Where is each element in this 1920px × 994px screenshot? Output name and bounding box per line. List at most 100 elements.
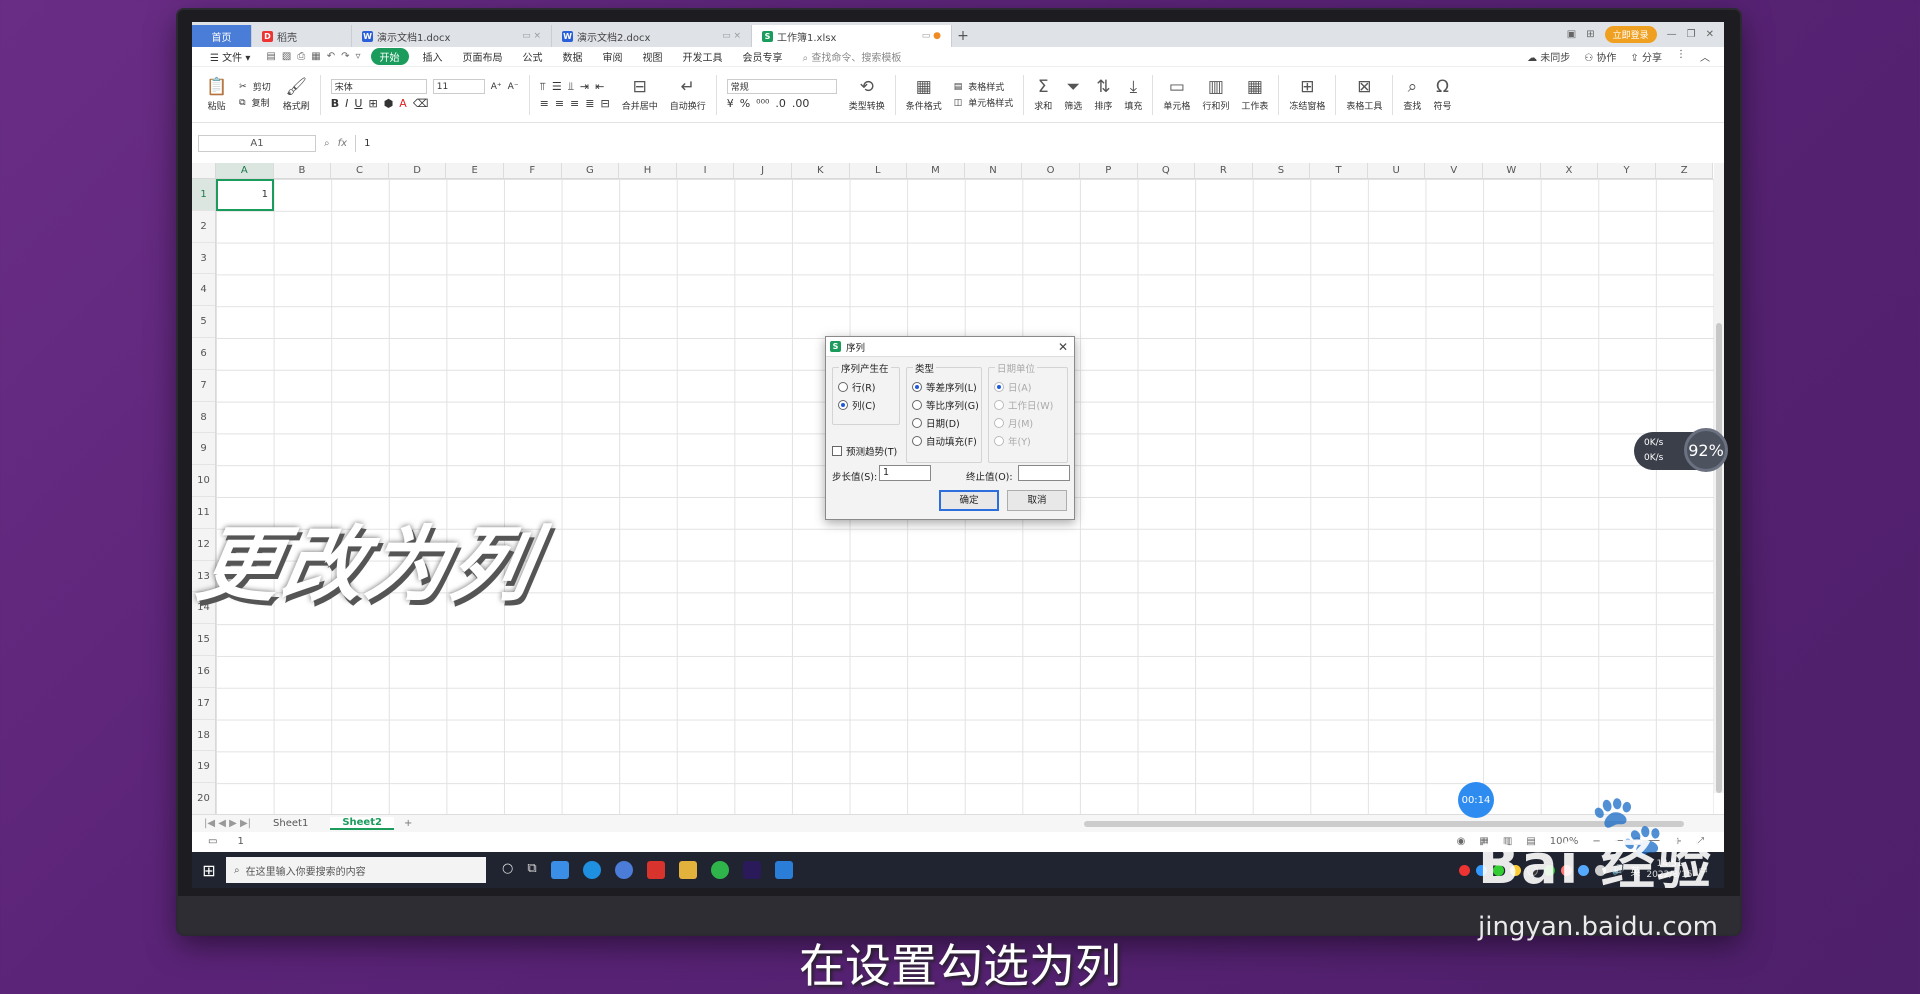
- table-style-button[interactable]: ▤ 表格样式: [954, 80, 1005, 94]
- radio-year[interactable]: 年(Y): [994, 434, 1031, 448]
- dialog-close-icon[interactable]: ✕: [1058, 340, 1074, 354]
- column-header[interactable]: X: [1541, 163, 1599, 178]
- tab-doc1[interactable]: W 演示文档1.docx ▭ ×: [352, 25, 552, 47]
- row-header[interactable]: 9: [192, 433, 215, 466]
- undo-icon[interactable]: ↶: [327, 51, 335, 62]
- close-window-icon[interactable]: ✕: [1706, 29, 1714, 40]
- font-color-icon[interactable]: A: [399, 97, 407, 110]
- radio-weekday[interactable]: 工作日(W): [994, 398, 1053, 412]
- row-header[interactable]: 17: [192, 688, 215, 720]
- column-header[interactable]: O: [1022, 163, 1080, 178]
- zoom-formula-icon[interactable]: ⌕: [324, 138, 330, 149]
- column-header[interactable]: S: [1253, 163, 1311, 178]
- freeze-panes-button[interactable]: ⊞ 冻结窗格: [1283, 70, 1331, 120]
- menu-insert[interactable]: 插入: [413, 49, 453, 64]
- cortana-icon[interactable]: ○: [502, 861, 513, 879]
- align-top-icon[interactable]: ⫪: [540, 80, 546, 94]
- vertical-scroll-thumb[interactable]: [1716, 323, 1722, 793]
- column-header[interactable]: I: [677, 163, 735, 178]
- tray-app-icon[interactable]: [1458, 864, 1470, 876]
- radio-linear[interactable]: 等差序列(L): [912, 380, 977, 394]
- taskbar-search[interactable]: ⌕ 在这里输入你要搜索的内容: [226, 857, 486, 883]
- tab-doc2-close-icon[interactable]: ▭ ×: [722, 31, 741, 41]
- sheet-tab-2[interactable]: Sheet2: [330, 817, 394, 830]
- folder-icon[interactable]: [678, 861, 697, 879]
- decrease-decimal-icon[interactable]: .00: [792, 97, 810, 110]
- tab-workbook-close-icon[interactable]: ▭ ●: [922, 31, 941, 41]
- column-header[interactable]: J: [734, 163, 792, 178]
- sheet-tab-1[interactable]: Sheet1: [261, 818, 320, 829]
- column-header[interactable]: R: [1195, 163, 1253, 178]
- column-header[interactable]: A: [216, 163, 274, 178]
- menu-file[interactable]: ☰ 文件 ▾: [200, 49, 260, 64]
- align-right-icon[interactable]: ≡: [570, 97, 579, 110]
- windows-start-icon[interactable]: ⊞: [192, 861, 226, 880]
- edge-icon[interactable]: [582, 861, 601, 879]
- layout-icon[interactable]: ▣: [1567, 29, 1576, 40]
- format-painter-button[interactable]: 🖌 格式刷: [277, 70, 316, 120]
- cell-style-button[interactable]: ◫ 单元格样式: [954, 96, 1014, 110]
- distribute-icon[interactable]: ⊟: [600, 97, 609, 110]
- clear-icon[interactable]: ⌫: [413, 97, 429, 110]
- row-header[interactable]: 2: [192, 211, 215, 243]
- name-box[interactable]: A1: [198, 134, 316, 152]
- column-header[interactable]: D: [389, 163, 447, 178]
- align-center-icon[interactable]: ≡: [555, 97, 564, 110]
- sync-status[interactable]: ☁ 未同步: [1527, 49, 1570, 64]
- italic-icon[interactable]: I: [345, 97, 348, 110]
- align-left-icon[interactable]: ≡: [540, 97, 549, 110]
- number-format-select[interactable]: 常规: [726, 79, 837, 94]
- symbol-button[interactable]: Ω 符号: [1427, 70, 1457, 120]
- row-header[interactable]: 3: [192, 243, 215, 275]
- radio-date[interactable]: 日期(D): [912, 416, 960, 430]
- login-button[interactable]: 立即登录: [1604, 26, 1657, 43]
- column-header[interactable]: P: [1080, 163, 1138, 178]
- menu-view[interactable]: 视图: [633, 49, 673, 64]
- align-middle-icon[interactable]: ☰: [552, 80, 562, 93]
- customize-icon[interactable]: ▿: [356, 51, 361, 62]
- table-tools-button[interactable]: ⊠ 表格工具: [1340, 70, 1388, 120]
- row-header[interactable]: 5: [192, 306, 215, 338]
- column-header[interactable]: G: [562, 163, 620, 178]
- ok-button[interactable]: 确定: [939, 490, 999, 511]
- column-header[interactable]: V: [1425, 163, 1484, 178]
- column-header[interactable]: B: [274, 163, 332, 178]
- row-header[interactable]: 8: [192, 402, 215, 434]
- print-icon[interactable]: ⎙: [297, 51, 305, 62]
- fx-icon[interactable]: fx: [338, 138, 347, 149]
- merge-center-button[interactable]: ⊟ 合并居中: [616, 70, 664, 120]
- percent-icon[interactable]: %: [740, 97, 750, 110]
- tab-doc1-close-icon[interactable]: ▭ ×: [522, 31, 541, 41]
- column-header[interactable]: C: [331, 163, 389, 178]
- more-icon[interactable]: ⋮: [1676, 49, 1686, 64]
- currency-icon[interactable]: ¥: [727, 97, 734, 110]
- redo-icon[interactable]: ↷: [341, 51, 349, 62]
- conditional-format-button[interactable]: ▦ 条件格式: [900, 70, 948, 120]
- browser-icon[interactable]: [550, 861, 569, 879]
- row-header[interactable]: 20: [192, 783, 215, 815]
- menu-page-layout[interactable]: 页面布局: [453, 49, 513, 64]
- menu-formulas[interactable]: 公式: [513, 49, 553, 64]
- tab-docer[interactable]: D 稻壳: [252, 25, 352, 47]
- menu-data[interactable]: 数据: [553, 49, 593, 64]
- menu-review[interactable]: 审阅: [593, 49, 633, 64]
- column-header[interactable]: H: [619, 163, 677, 178]
- row-header[interactable]: 15: [192, 624, 215, 656]
- step-value-input[interactable]: 1: [879, 465, 931, 481]
- save-icon[interactable]: ▤: [266, 51, 275, 62]
- shrink-font-icon[interactable]: A⁻: [508, 82, 519, 92]
- add-sheet-icon[interactable]: +: [404, 818, 412, 829]
- find-button[interactable]: ⌕ 查找: [1397, 70, 1427, 120]
- wps-icon[interactable]: [646, 861, 665, 879]
- collaborate-button[interactable]: ⚇ 协作: [1584, 49, 1616, 64]
- fill-color-icon[interactable]: ⬢: [384, 97, 394, 110]
- column-header[interactable]: N: [965, 163, 1023, 178]
- wrap-text-button[interactable]: ↵ 自动换行: [664, 70, 712, 120]
- new-tab-button[interactable]: +: [952, 25, 974, 47]
- grow-font-icon[interactable]: A⁺: [491, 82, 502, 92]
- align-bottom-icon[interactable]: ⫫: [568, 80, 574, 94]
- vertical-scrollbar[interactable]: [1714, 163, 1724, 793]
- cut-button[interactable]: ✂ 剪切: [239, 80, 271, 94]
- minimize-icon[interactable]: —: [1667, 29, 1677, 40]
- print-preview-icon[interactable]: ▦: [311, 51, 320, 62]
